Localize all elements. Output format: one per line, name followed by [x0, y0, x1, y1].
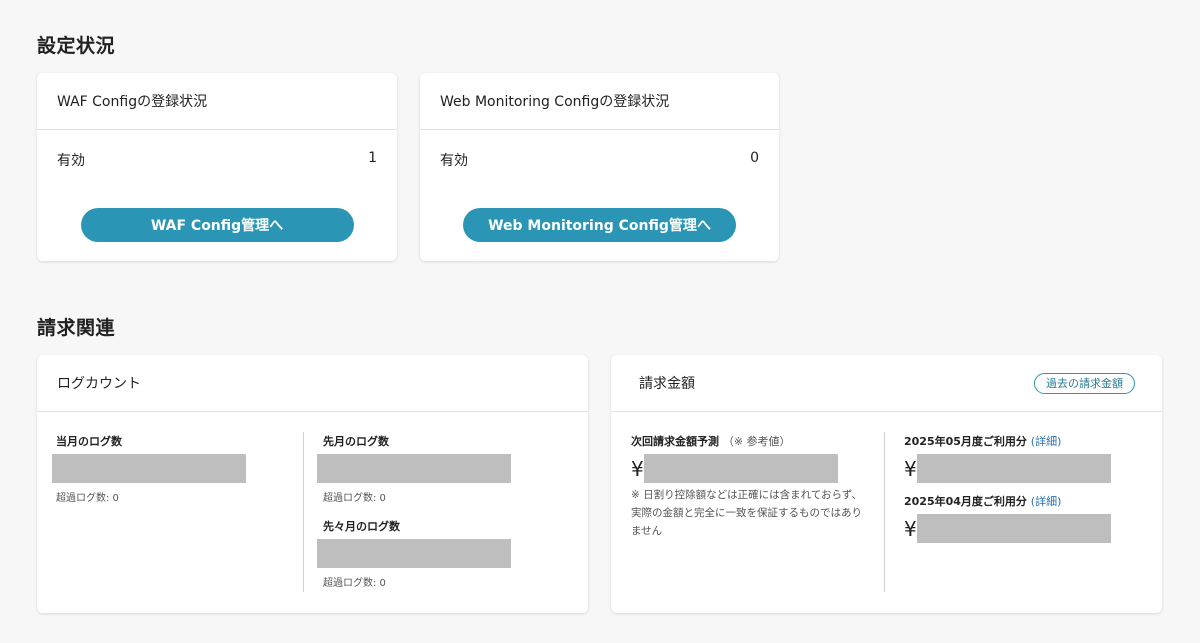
web-monitoring-card-header: Web Monitoring Configの登録状況: [420, 73, 779, 130]
two-months-ago-log-value-redacted: [317, 539, 511, 568]
current-month-log-label: 当月のログ数: [56, 435, 122, 448]
log-count-divider: [303, 432, 304, 592]
apr-usage-label: 2025年04月度ご利用分 (詳細): [904, 493, 1144, 509]
apr-usage-block: 2025年04月度ご利用分 (詳細) ¥: [904, 493, 1144, 543]
may-usage-detail-link[interactable]: (詳細): [1031, 435, 1062, 448]
web-monitoring-config-card: Web Monitoring Configの登録状況 有効 0 Web Moni…: [420, 73, 779, 261]
web-monitoring-status-value: 0: [750, 150, 759, 166]
billing-section-title: 請求関連: [37, 317, 116, 339]
two-months-ago-log-label: 先々月のログ数: [323, 520, 400, 533]
next-billing-forecast-amount: ¥: [631, 454, 881, 483]
past-billing-amount-button[interactable]: 過去の請求金額: [1034, 372, 1135, 394]
waf-status-label: 有効: [57, 153, 85, 169]
waf-config-card: WAF Configの登録状況 有効 1 WAF Config管理へ: [37, 73, 397, 261]
two-months-ago-log-block: 先々月のログ数 超過ログ数: 0: [317, 518, 537, 589]
next-billing-forecast-label: 次回請求金額予測 （※ 参考値）: [631, 433, 881, 449]
yen-symbol: ¥: [904, 456, 917, 481]
waf-config-card-title: WAF Configの登録状況: [57, 94, 208, 110]
previous-month-excess-log: 超過ログ数: 0: [323, 493, 386, 504]
log-count-card-title: ログカウント: [57, 376, 141, 392]
next-billing-forecast-block: 次回請求金額予測 （※ 参考値） ¥ ※ 日割り控除額などは正確には含まれておら…: [631, 433, 881, 541]
yen-symbol: ¥: [631, 456, 644, 481]
log-count-card: ログカウント 当月のログ数 超過ログ数: 0 先月のログ数 超過ログ数: 0 先…: [37, 355, 588, 613]
next-billing-forecast-value-redacted: [643, 454, 838, 483]
next-billing-forecast-label-note: （※ 参考値）: [722, 435, 791, 448]
next-billing-forecast-label-text: 次回請求金額予測: [631, 435, 719, 448]
settings-section-title: 設定状況: [37, 35, 116, 57]
may-usage-amount: ¥: [904, 454, 1144, 483]
log-count-card-header: ログカウント: [37, 355, 588, 412]
billing-amount-divider: [884, 432, 885, 592]
apr-usage-detail-link[interactable]: (詳細): [1031, 495, 1062, 508]
web-monitoring-status-row: 有効 0: [420, 150, 779, 170]
apr-usage-value-redacted: [916, 514, 1111, 543]
web-monitoring-config-manage-button[interactable]: Web Monitoring Config管理へ: [463, 208, 736, 242]
may-usage-block: 2025年05月度ご利用分 (詳細) ¥: [904, 433, 1144, 483]
previous-month-log-value-redacted: [317, 454, 511, 483]
current-month-log-block: 当月のログ数 超過ログ数: 0: [52, 433, 272, 504]
may-usage-value-redacted: [916, 454, 1111, 483]
may-usage-label: 2025年05月度ご利用分 (詳細): [904, 433, 1144, 449]
previous-month-log-label: 先月のログ数: [323, 435, 389, 448]
billing-amount-card-title: 請求金額: [639, 376, 695, 392]
previous-month-log-block: 先月のログ数 超過ログ数: 0: [317, 433, 537, 504]
next-billing-forecast-disclaimer: ※ 日割り控除額などは正確には含まれておらず、実際の金額と完全に一致を保証するも…: [631, 489, 863, 537]
apr-usage-label-text: 2025年04月度ご利用分: [904, 495, 1027, 508]
web-monitoring-status-label: 有効: [440, 153, 468, 169]
billing-amount-card-header: 請求金額 過去の請求金額: [611, 355, 1162, 412]
yen-symbol: ¥: [904, 516, 917, 541]
web-monitoring-card-title: Web Monitoring Configの登録状況: [440, 94, 670, 110]
may-usage-label-text: 2025年05月度ご利用分: [904, 435, 1027, 448]
two-months-ago-excess-log: 超過ログ数: 0: [323, 578, 386, 589]
apr-usage-amount: ¥: [904, 514, 1144, 543]
waf-config-manage-button[interactable]: WAF Config管理へ: [80, 208, 354, 242]
billing-amount-card: 請求金額 過去の請求金額 次回請求金額予測 （※ 参考値） ¥ ※ 日割り控除額…: [611, 355, 1162, 613]
waf-config-card-header: WAF Configの登録状況: [37, 73, 397, 130]
waf-status-value: 1: [368, 150, 377, 166]
current-month-log-value-redacted: [52, 454, 246, 483]
current-month-excess-log: 超過ログ数: 0: [56, 493, 119, 504]
waf-status-row: 有効 1: [37, 150, 397, 170]
